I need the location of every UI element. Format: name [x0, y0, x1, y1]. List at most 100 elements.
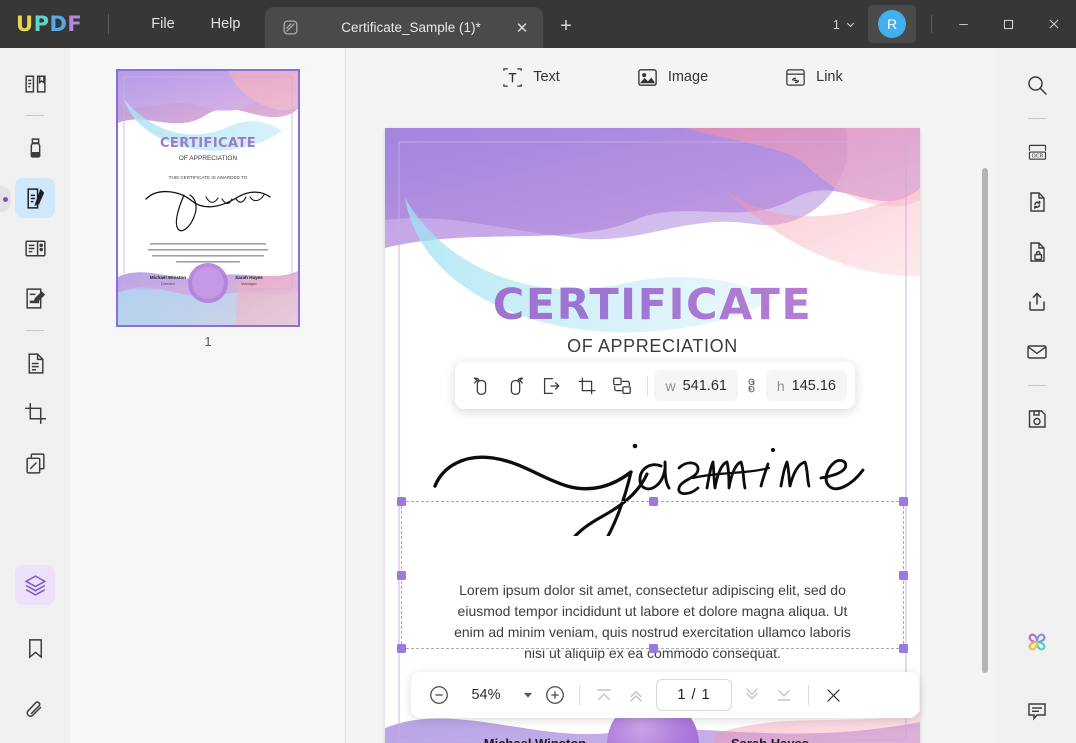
- ai-clover-icon: [1024, 629, 1050, 655]
- ocr-icon: OCR: [1025, 140, 1050, 165]
- titlebar-divider: [108, 14, 109, 34]
- prev-page-icon: [626, 685, 646, 705]
- comment-bubble-icon: [1025, 699, 1049, 723]
- crop-image-button[interactable]: [569, 369, 604, 403]
- menu-file[interactable]: File: [133, 0, 192, 48]
- avatar: R: [878, 10, 906, 38]
- tool-text[interactable]: Text: [491, 60, 570, 95]
- sidebar-item-edit-pdf[interactable]: [15, 178, 55, 218]
- rail-comments[interactable]: [1017, 691, 1057, 731]
- resize-handle-ne[interactable]: [899, 497, 908, 506]
- sidebar-item-reader[interactable]: [15, 63, 55, 103]
- sidebar-item-annotate[interactable]: [15, 128, 55, 168]
- rotate-right-button[interactable]: [498, 369, 533, 403]
- collapse-dot-icon: [3, 197, 8, 202]
- left-tool-rail: [0, 48, 70, 743]
- page-layout-icon: [23, 236, 48, 261]
- sidebar-item-organize[interactable]: [15, 443, 55, 483]
- sidebar-item-form-sign[interactable]: [15, 278, 55, 318]
- resize-handle-n[interactable]: [649, 497, 658, 506]
- vertical-scrollbar[interactable]: [982, 168, 988, 673]
- image-height-field[interactable]: h 145.16: [766, 370, 847, 401]
- tool-image-label: Image: [668, 69, 708, 85]
- maximize-button[interactable]: [986, 0, 1031, 48]
- extract-export-icon: [540, 375, 562, 397]
- logo-letter-f: F: [67, 12, 82, 36]
- page-indicator[interactable]: 1 / 1: [656, 679, 732, 711]
- zoombar-separator-2: [808, 685, 809, 705]
- logo-letter-u: U: [16, 12, 34, 36]
- rotate-left-button[interactable]: [463, 369, 498, 403]
- sidebar-item-layers[interactable]: [15, 565, 55, 605]
- right-tool-rail: OCR: [998, 48, 1076, 743]
- next-page-button[interactable]: [736, 679, 768, 711]
- sidebar-item-convert[interactable]: [15, 343, 55, 383]
- new-tab-button[interactable]: +: [553, 13, 579, 39]
- maximize-icon: [1002, 18, 1015, 31]
- window-close-button[interactable]: [1031, 0, 1076, 48]
- resize-handle-sw[interactable]: [397, 644, 406, 653]
- resize-handle-nw[interactable]: [397, 497, 406, 506]
- account-button[interactable]: R: [868, 5, 916, 43]
- toolbar-separator: [647, 376, 648, 396]
- resize-handle-w[interactable]: [397, 571, 406, 580]
- sidebar-item-bookmarks[interactable]: [15, 628, 55, 668]
- rail-save[interactable]: [1017, 399, 1057, 439]
- menu-help[interactable]: Help: [193, 0, 259, 48]
- last-page-icon: [774, 685, 794, 705]
- window-count[interactable]: 1: [827, 17, 862, 32]
- tool-image[interactable]: Image: [626, 60, 718, 95]
- rail-email[interactable]: [1017, 332, 1057, 372]
- text-box-icon: [501, 66, 524, 89]
- bookmark-icon: [24, 637, 47, 660]
- image-width-field[interactable]: w 541.61: [654, 370, 737, 401]
- rail-separator-1: [26, 115, 44, 116]
- tool-link[interactable]: Link: [774, 60, 853, 95]
- close-icon: [824, 686, 843, 705]
- zoom-out-button[interactable]: [423, 679, 455, 711]
- rail-search[interactable]: [1017, 65, 1057, 105]
- rail-convert[interactable]: [1017, 182, 1057, 222]
- zoom-in-button[interactable]: [539, 679, 571, 711]
- first-page-button[interactable]: [588, 679, 620, 711]
- rail-protect[interactable]: [1017, 232, 1057, 272]
- right-rail-separator-2: [1028, 385, 1046, 386]
- height-label: h: [777, 378, 785, 394]
- document-tab[interactable]: Certificate_Sample (1)* ✕: [265, 7, 543, 48]
- aspect-ratio-lock[interactable]: [738, 377, 766, 394]
- svg-text:Director: Director: [161, 281, 176, 286]
- previous-page-button[interactable]: [620, 679, 652, 711]
- link-chain-icon: [743, 377, 760, 394]
- thumbnail-preview: CERTIFICATE OF APPRECIATION THIS CERTIFI…: [118, 71, 298, 325]
- next-page-icon: [742, 685, 762, 705]
- rail-ai-assistant[interactable]: [1017, 622, 1057, 662]
- document-scroll-area[interactable]: CERTIFICATE OF APPRECIATION THIS CERTIFI…: [346, 106, 998, 743]
- sidebar-item-page-layout[interactable]: [15, 228, 55, 268]
- image-selection-frame[interactable]: [401, 501, 904, 649]
- close-icon[interactable]: ✕: [511, 17, 533, 39]
- sidebar-item-attachments[interactable]: [15, 691, 55, 731]
- svg-text:OF APPRECIATION: OF APPRECIATION: [179, 155, 238, 162]
- pdf-page[interactable]: CERTIFICATE OF APPRECIATION THIS CERTIFI…: [385, 128, 920, 743]
- zoom-level-value[interactable]: 54%: [455, 687, 517, 703]
- rail-ocr[interactable]: OCR: [1017, 132, 1057, 172]
- resize-handle-s[interactable]: [649, 644, 658, 653]
- minimize-button[interactable]: [941, 0, 986, 48]
- right-rail-separator-1: [1028, 118, 1046, 119]
- resize-handle-e[interactable]: [899, 571, 908, 580]
- thumbnail-page-1[interactable]: CERTIFICATE OF APPRECIATION THIS CERTIFI…: [118, 71, 298, 325]
- replace-image-button[interactable]: [604, 369, 639, 403]
- edit-toolbar: Text Image Link: [346, 48, 998, 106]
- resize-handle-se[interactable]: [899, 644, 908, 653]
- zoom-dropdown-button[interactable]: [517, 690, 539, 700]
- sidebar-item-crop[interactable]: [15, 393, 55, 433]
- extract-image-button[interactable]: [534, 369, 569, 403]
- chevron-down-icon: [523, 690, 533, 700]
- last-page-button[interactable]: [768, 679, 800, 711]
- signatory-2-name: Sarah Hayes: [690, 736, 850, 743]
- close-zoombar-button[interactable]: [817, 679, 849, 711]
- rotate-right-icon: [505, 375, 527, 397]
- rail-separator-2: [26, 330, 44, 331]
- rail-share[interactable]: [1017, 282, 1057, 322]
- close-icon: [1047, 17, 1061, 31]
